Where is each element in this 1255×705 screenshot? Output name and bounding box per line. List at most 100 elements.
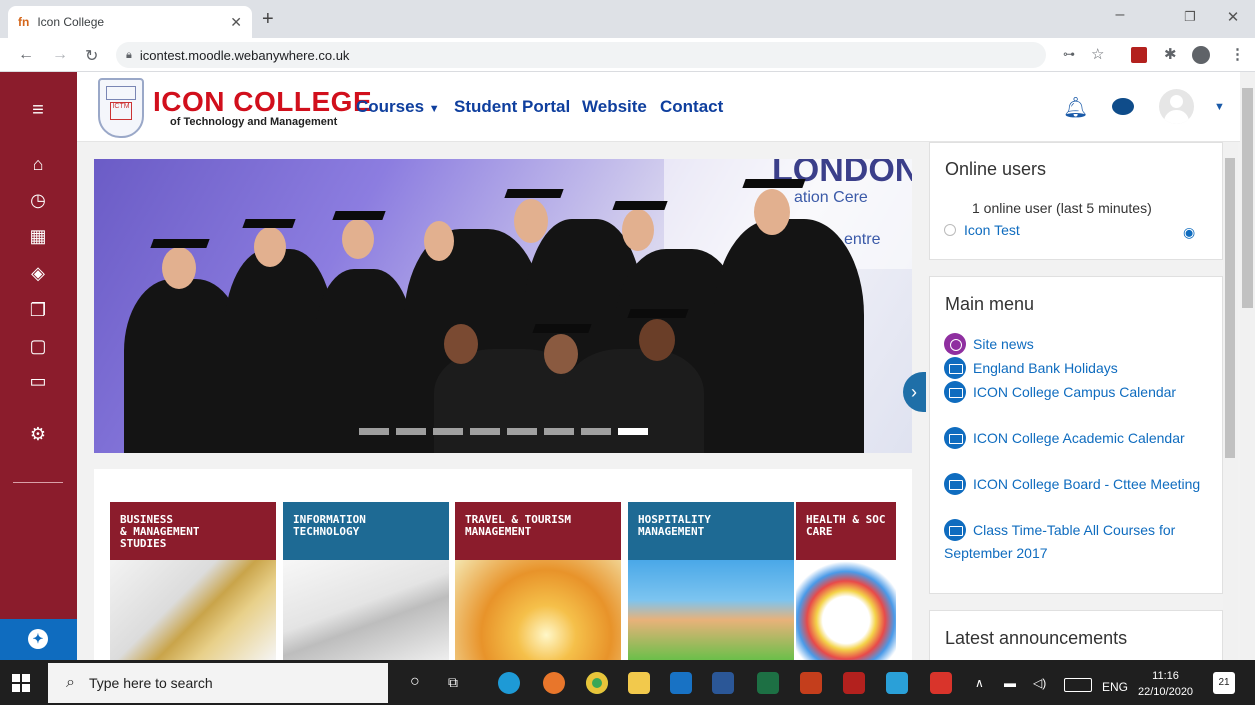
tab-close-icon[interactable]: ✕: [230, 14, 242, 31]
tab-favicon-icon: fn: [18, 15, 30, 29]
chrome-icon[interactable]: [586, 672, 608, 694]
block-title: Latest announcements: [945, 628, 1128, 648]
logo-title[interactable]: ICON COLLEGE: [153, 86, 372, 118]
dashboard-icon[interactable]: ◷: [26, 188, 50, 212]
taskbar-clock[interactable]: 11:16 22/10/2020: [1138, 668, 1193, 700]
notification-center-icon[interactable]: 21: [1213, 672, 1235, 694]
carousel-indicator[interactable]: [507, 428, 537, 435]
notification-bell-icon[interactable]: 🔔︎: [1063, 95, 1088, 120]
course-tile[interactable]: BUSINESS & MANAGEMENT STUDIES: [110, 502, 276, 660]
calendar-icon[interactable]: ▦: [26, 224, 50, 248]
menu-item-timetable[interactable]: Class Time-Table All Courses for Septemb…: [944, 519, 1204, 565]
carousel-indicator[interactable]: [433, 428, 463, 435]
acrobat-icon[interactable]: [843, 672, 865, 694]
clock-time: 11:16: [1152, 670, 1179, 682]
tray-chevron-icon[interactable]: ∧: [975, 676, 984, 690]
taskbar-search-box[interactable]: ⌕ Type here to search: [48, 663, 388, 703]
minimize-icon[interactable]: –: [1105, 6, 1135, 24]
bookmark-star-icon[interactable]: ☆: [1091, 45, 1104, 63]
edge-icon[interactable]: [498, 672, 520, 694]
user-picture-icon: [944, 224, 956, 236]
tab-title: Icon College: [37, 15, 105, 29]
key-icon[interactable]: ⊶: [1063, 47, 1075, 61]
browser-menu-icon[interactable]: ⋮: [1230, 45, 1245, 63]
course-tile[interactable]: TRAVEL & TOURISM MANAGEMENT: [455, 502, 621, 660]
outlook-icon[interactable]: [670, 672, 692, 694]
search-placeholder: Type here to search: [88, 675, 213, 691]
carousel-indicator[interactable]: [359, 428, 389, 435]
menu-item-board-meeting[interactable]: ICON College Board - Cttee Meeting: [944, 473, 1204, 496]
search-icon: ⌕: [66, 674, 75, 691]
contact-link[interactable]: Contact: [660, 97, 723, 117]
app-icon[interactable]: [930, 672, 952, 694]
file-explorer-icon[interactable]: [628, 672, 650, 694]
user-menu-caret-icon[interactable]: ▼: [1214, 101, 1225, 113]
student-portal-link[interactable]: Student Portal: [454, 97, 570, 117]
logo-subtitle: of Technology and Management: [170, 116, 338, 128]
menu-item-site-news[interactable]: Site news: [944, 333, 1204, 356]
folder-icon[interactable]: ▭: [26, 369, 50, 393]
forward-arrow-icon[interactable]: →: [52, 46, 68, 64]
url-bar[interactable]: 🔒︎ icontest.moodle.webanywhere.co.uk: [116, 42, 1046, 68]
volume-icon[interactable]: ◁): [1033, 676, 1046, 690]
cortana-icon[interactable]: ○: [410, 673, 420, 691]
courses-menu[interactable]: Courses ▼: [356, 97, 440, 117]
hamburger-menu-icon[interactable]: ≡: [26, 98, 50, 122]
profile-icon[interactable]: [1192, 46, 1210, 64]
website-link[interactable]: Website: [582, 97, 647, 117]
layers-icon[interactable]: ◈: [26, 261, 50, 285]
carousel-indicator[interactable]: [618, 428, 648, 435]
back-arrow-icon[interactable]: ←: [18, 46, 34, 64]
menu-item-bank-holidays[interactable]: England Bank Holidays: [944, 357, 1204, 380]
folder-icon: [944, 519, 966, 541]
clipboard-icon[interactable]: ▢: [26, 334, 50, 358]
course-tile[interactable]: INFORMATION TECHNOLOGY: [283, 502, 449, 660]
chevron-down-icon: ▼: [428, 103, 440, 115]
word-icon[interactable]: [712, 672, 734, 694]
task-view-icon[interactable]: ⧉: [448, 674, 458, 691]
browser-tab[interactable]: fn Icon College ✕: [8, 6, 252, 38]
reload-icon[interactable]: ↻: [85, 46, 98, 66]
new-tab-icon[interactable]: +: [262, 8, 274, 31]
language-indicator[interactable]: ENG: [1102, 680, 1128, 694]
messages-chat-icon[interactable]: [1112, 98, 1134, 115]
restore-icon[interactable]: ❐: [1175, 9, 1205, 25]
powerpoint-icon[interactable]: [800, 672, 822, 694]
extensions-puzzle-icon[interactable]: ✱: [1164, 45, 1177, 63]
folder-icon: [944, 473, 966, 495]
college-crest-logo[interactable]: ICTM: [98, 78, 144, 138]
online-users-count: 1 online user (last 5 minutes): [972, 200, 1152, 216]
page-scrollbar-thumb[interactable]: [1242, 88, 1253, 308]
hero-carousel[interactable]: LONDON ation Cere entre: [94, 159, 912, 453]
accessibility-button[interactable]: ✦: [0, 619, 77, 660]
app-icon[interactable]: [886, 672, 908, 694]
settings-gear-icon[interactable]: ⚙: [26, 422, 50, 446]
course-tile[interactable]: HOSPITALITY MANAGEMENT: [628, 502, 794, 660]
carousel-indicator[interactable]: [544, 428, 574, 435]
carousel-indicator[interactable]: [396, 428, 426, 435]
menu-item-academic-calendar[interactable]: ICON College Academic Calendar: [944, 427, 1204, 450]
windows-start-icon[interactable]: [12, 674, 30, 692]
forum-icon: [944, 333, 966, 355]
online-user-link[interactable]: Icon Test: [944, 222, 1020, 238]
carousel-indicator[interactable]: [581, 428, 611, 435]
window-close-icon[interactable]: ✕: [1218, 8, 1248, 26]
files-icon[interactable]: ❐: [26, 298, 50, 322]
block-title: Main menu: [945, 294, 1035, 314]
folder-icon: [944, 357, 966, 379]
pdf-extension-icon[interactable]: [1131, 47, 1147, 63]
menu-item-campus-calendar[interactable]: ICON College Campus Calendar: [944, 381, 1204, 404]
excel-icon[interactable]: [757, 672, 779, 694]
carousel-indicator[interactable]: [470, 428, 500, 435]
home-icon[interactable]: ⌂: [26, 152, 50, 176]
clock-date: 22/10/2020: [1138, 686, 1194, 698]
course-tile[interactable]: HEALTH & SOC CARE: [796, 502, 896, 660]
banner-text: ation Cere: [794, 189, 868, 206]
blocks-scrollbar-thumb[interactable]: [1225, 158, 1235, 458]
firefox-icon[interactable]: [543, 672, 565, 694]
keyboard-icon[interactable]: [1064, 678, 1092, 692]
user-avatar[interactable]: [1159, 89, 1194, 124]
eye-visibility-icon[interactable]: ◉: [1183, 224, 1195, 241]
network-icon[interactable]: ▬: [1004, 676, 1016, 690]
folder-icon: [944, 427, 966, 449]
